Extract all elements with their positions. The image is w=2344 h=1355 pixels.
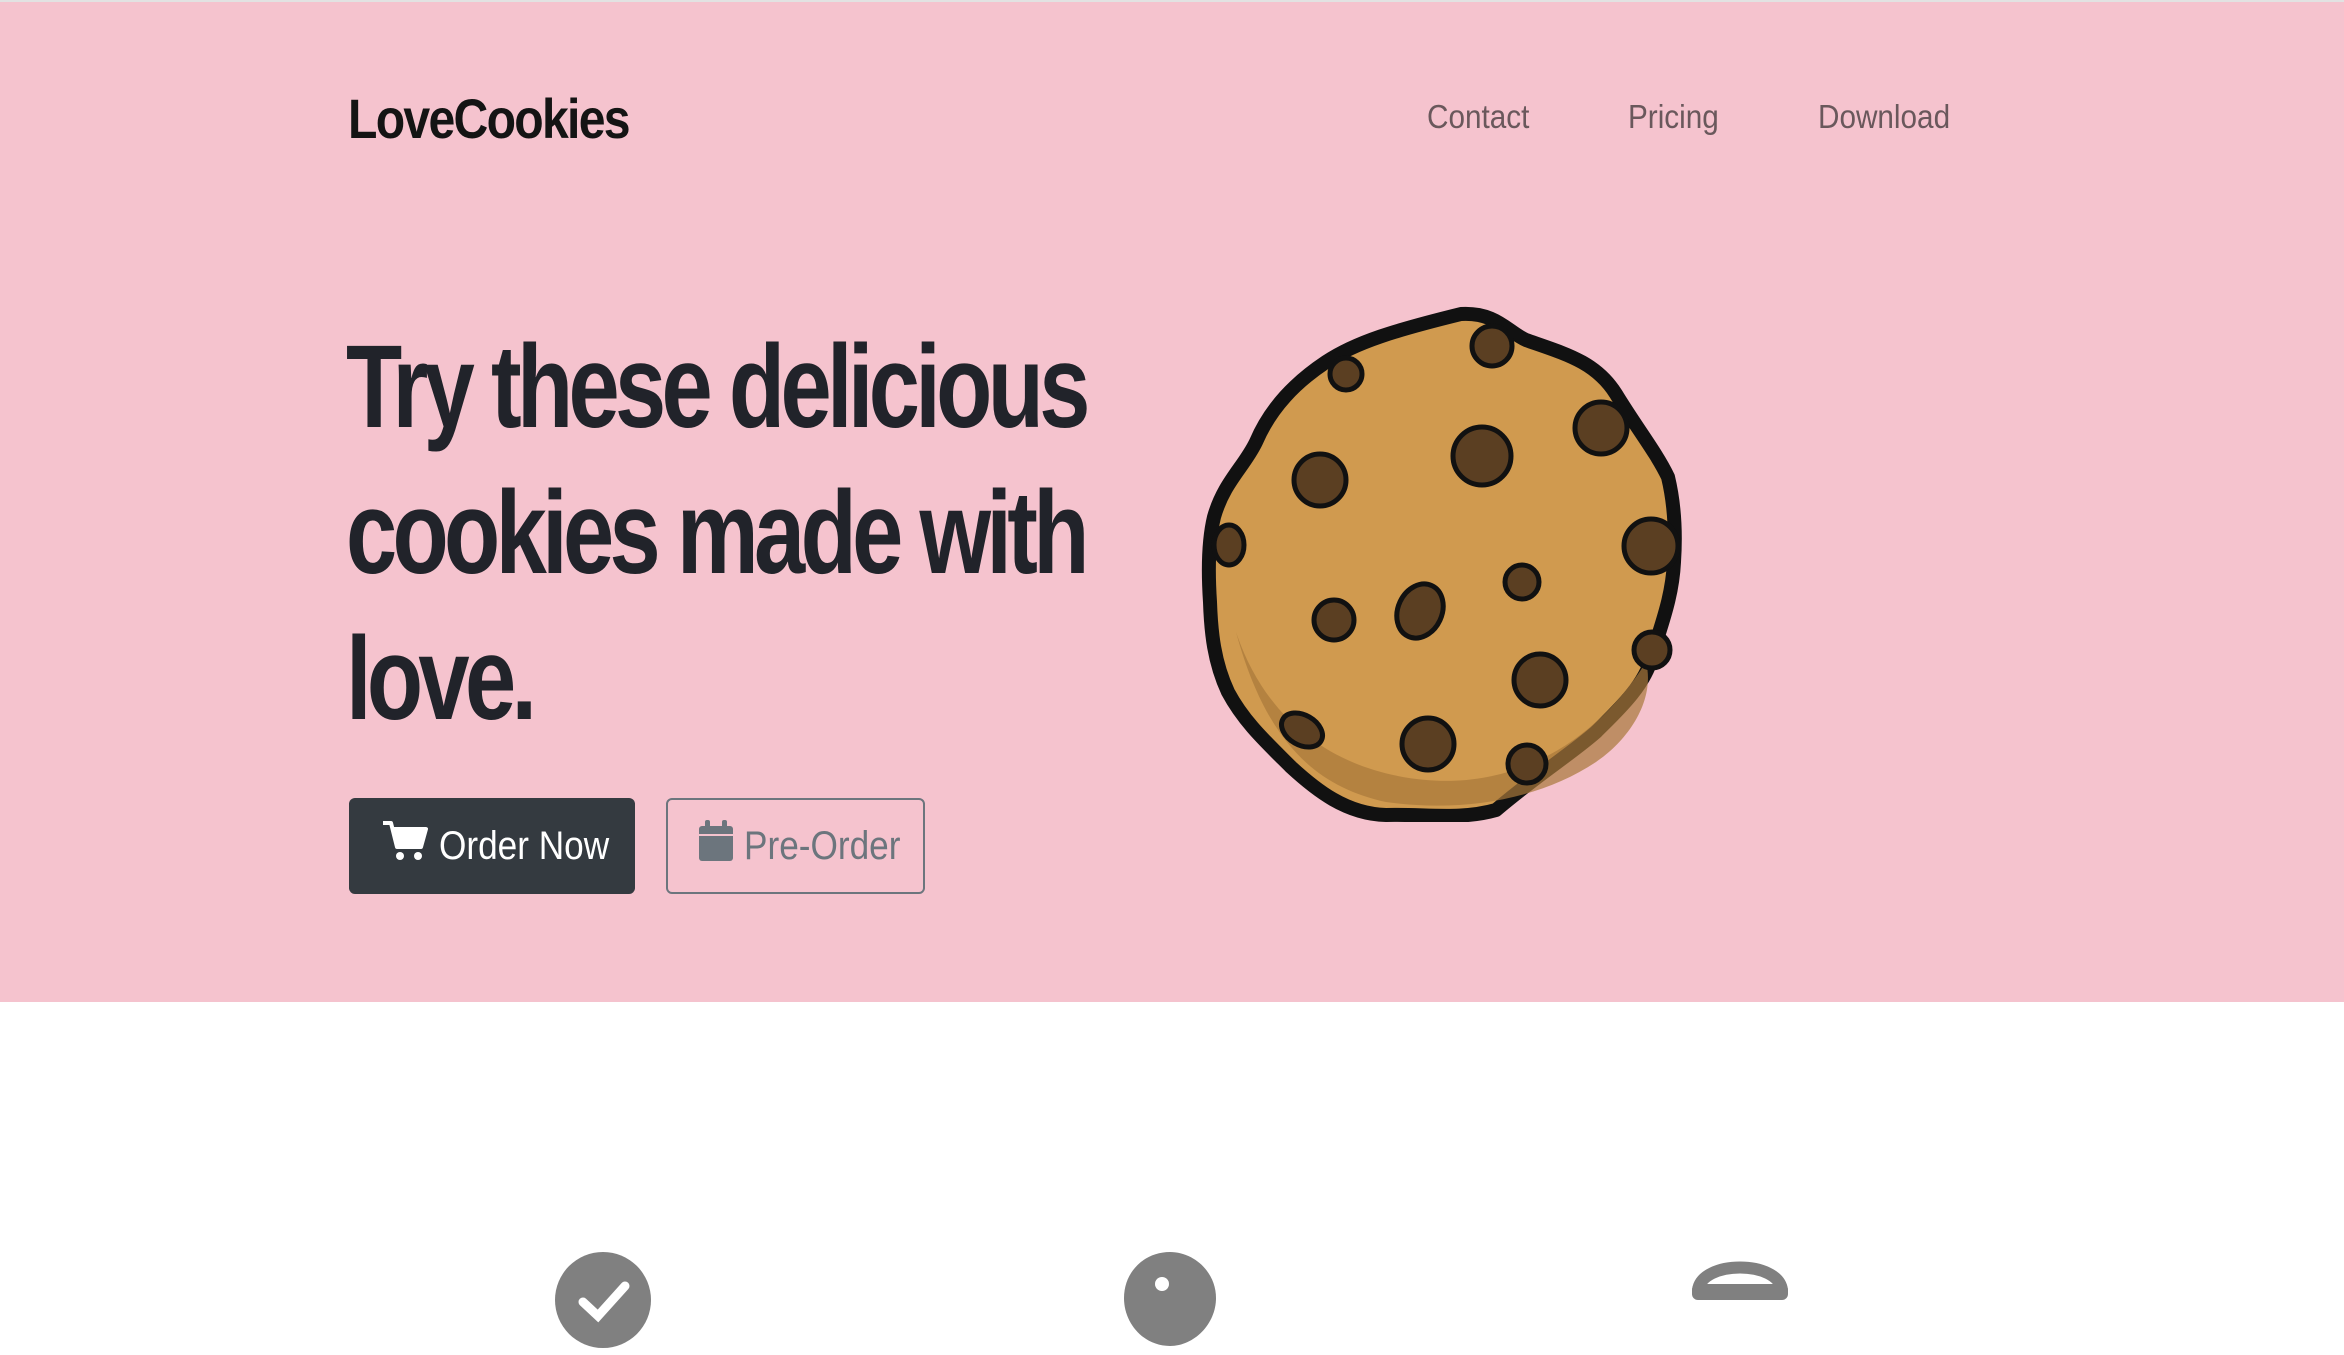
nav-link-download[interactable]: Download bbox=[1818, 98, 1950, 136]
shopping-cart-icon bbox=[381, 819, 429, 873]
top-nav: Contact Pricing Download bbox=[0, 98, 2344, 148]
pre-order-label: Pre-Order bbox=[744, 823, 901, 868]
pre-order-button[interactable]: Pre-Order bbox=[666, 798, 925, 894]
cookie-illustration bbox=[1196, 302, 1716, 827]
cookie-bite-icon bbox=[1122, 1250, 1218, 1355]
hero-headline: Try these delicious cookies made with lo… bbox=[346, 314, 1090, 752]
cake-stand-icon bbox=[1692, 1250, 1788, 1355]
nav-link-pricing[interactable]: Pricing bbox=[1628, 98, 1719, 136]
headline-line-3: love. bbox=[346, 613, 537, 745]
headline-line-2: cookies made with bbox=[346, 467, 1090, 599]
check-circle-icon bbox=[553, 1250, 653, 1355]
hero-section: LoveCookies Contact Pricing Download Try… bbox=[0, 0, 2344, 1002]
order-now-button[interactable]: Order Now bbox=[349, 798, 635, 894]
order-now-label: Order Now bbox=[439, 823, 610, 868]
headline-line-1: Try these delicious bbox=[346, 321, 1090, 453]
nav-link-contact[interactable]: Contact bbox=[1427, 98, 1529, 136]
calendar-icon bbox=[698, 820, 734, 872]
